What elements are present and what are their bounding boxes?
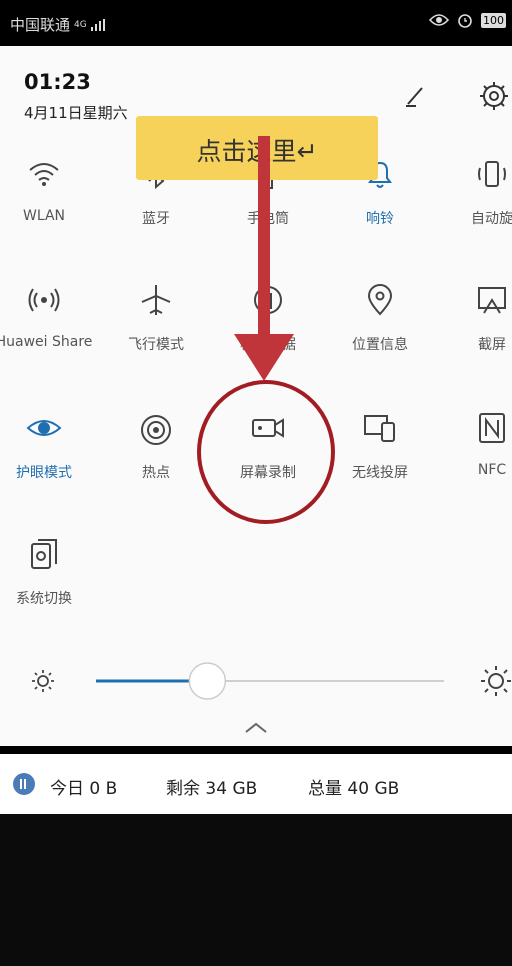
screen-record-icon (252, 418, 284, 438)
tile-label: 屏幕录制 (240, 465, 296, 481)
tile-label: 蓝牙 (142, 211, 170, 227)
wireless-projection-icon (364, 415, 395, 442)
tile-label: 手电筒 (247, 211, 289, 227)
nfc-icon (479, 413, 505, 443)
tile-label: 截屏 (478, 337, 506, 353)
brightness-control (0, 656, 512, 706)
tile-eye-comfort[interactable]: 护眼模式 (0, 408, 104, 482)
airplane-icon (141, 285, 171, 315)
brightness-slider-thumb[interactable] (188, 662, 227, 700)
clock-date: 4月11日星期六 (24, 104, 128, 122)
status-bar: 中国联通 4G 100 (0, 0, 512, 46)
tile-mobile-data[interactable]: 移动数据 (208, 280, 328, 354)
tile-label: 自动旋 (471, 211, 512, 227)
tile-wireless-projection[interactable]: 无线投屏 (320, 408, 440, 482)
signal-icon (90, 18, 105, 31)
storage-info-bar: 今日 0 B 剩余 34 GB 总量 40 GB (0, 754, 512, 814)
tile-huawei-share[interactable]: Huawei Share (0, 280, 104, 350)
tile-wlan[interactable]: WLAN (0, 154, 104, 224)
alarm-icon (458, 14, 472, 28)
tile-label: 响铃 (366, 211, 394, 227)
tile-label: 无线投屏 (352, 465, 408, 481)
location-icon (367, 284, 393, 316)
eye-comfort-icon (429, 14, 449, 26)
brightness-low-icon (32, 670, 54, 692)
tile-nfc[interactable]: NFC (432, 408, 512, 478)
tile-screen-record[interactable]: 屏幕录制 (208, 408, 328, 482)
tile-label: 护眼模式 (16, 465, 72, 481)
quick-settings-panel: 01:23 4月11日星期六 WLAN 蓝牙 手电筒 响铃 自动旋 Huawei… (0, 46, 512, 746)
storage-icon (13, 773, 35, 795)
dimmed-background (0, 814, 512, 966)
tile-label: 系统切换 (16, 591, 72, 607)
network-type: 4G (74, 19, 87, 30)
storage-total: 总量 40 GB (308, 779, 400, 799)
tile-label: 位置信息 (352, 337, 408, 353)
tile-location[interactable]: 位置信息 (320, 280, 440, 354)
callout-text: 点击这里↵ (196, 137, 318, 166)
huawei-share-icon (28, 288, 60, 312)
wifi-icon (29, 163, 59, 186)
tile-label: Huawei Share (0, 334, 93, 350)
tile-auto-rotate[interactable]: 自动旋 (432, 154, 512, 228)
tile-hotspot[interactable]: 热点 (96, 408, 216, 482)
tile-system-switch[interactable]: 系统切换 (0, 534, 104, 608)
tile-label: 热点 (142, 465, 170, 481)
auto-rotate-icon (478, 161, 506, 187)
tile-label: 移动数据 (240, 337, 296, 353)
hotspot-icon (141, 415, 171, 445)
storage-remaining: 剩余 34 GB (166, 779, 258, 799)
system-switch-icon (31, 539, 57, 569)
storage-today: 今日 0 B (50, 779, 118, 799)
tile-screenshot[interactable]: 截屏 (432, 280, 512, 354)
carrier-label: 中国联通 (10, 16, 71, 34)
tile-airplane-mode[interactable]: 飞行模式 (96, 280, 216, 354)
battery-level: 100 (481, 12, 506, 28)
tile-label: 飞行模式 (128, 337, 184, 353)
mobile-data-icon (254, 286, 282, 314)
collapse-chevron-up-icon[interactable] (241, 720, 271, 736)
brightness-slider[interactable] (90, 661, 450, 701)
clock-time: 01:23 (24, 70, 91, 94)
instruction-callout: 点击这里↵ (136, 116, 378, 180)
settings-gear-icon[interactable] (478, 80, 510, 112)
edit-icon[interactable] (400, 80, 432, 112)
eye-icon (26, 420, 62, 436)
brightness-high-icon (481, 666, 511, 696)
tile-label: NFC (477, 462, 507, 478)
tile-label: WLAN (22, 208, 65, 224)
screenshot-icon (478, 287, 506, 314)
